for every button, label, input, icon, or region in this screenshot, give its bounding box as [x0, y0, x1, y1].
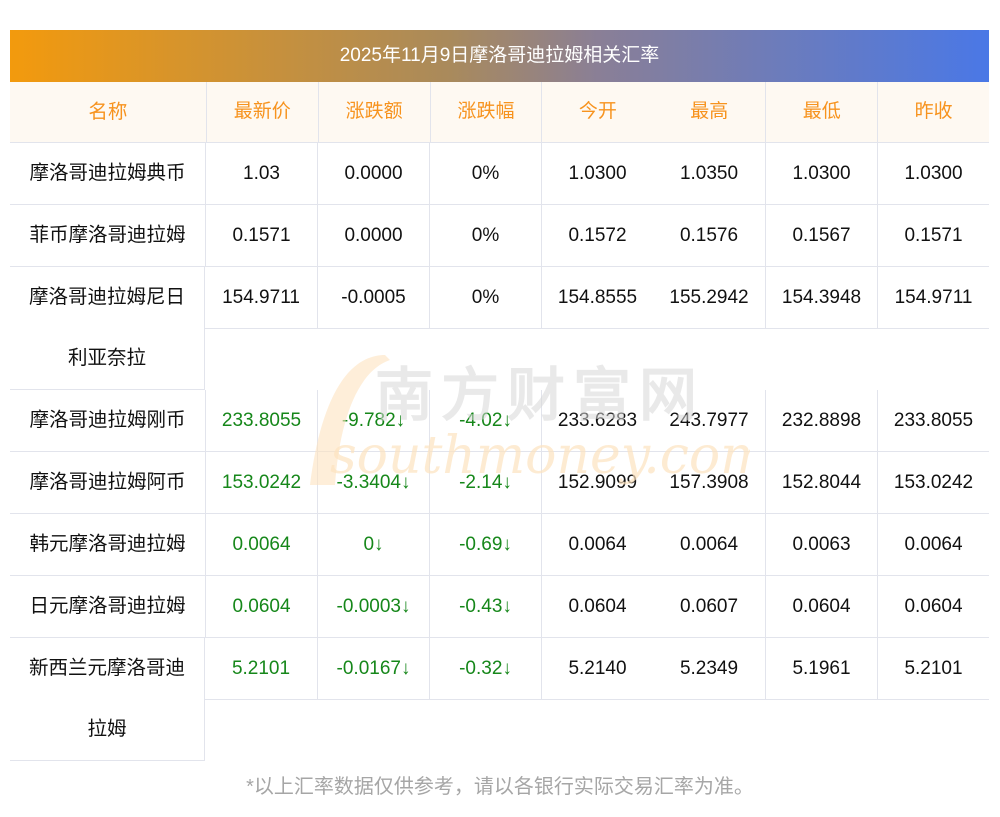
currency-pair-name: 韩元摩洛哥迪拉姆 [29, 533, 186, 555]
cell-latest: 0.1571 [205, 205, 317, 266]
cell-low: 0.0063 [765, 514, 877, 575]
cell-prev: 5.2101 [877, 638, 989, 699]
cell-open: 0.0064 [541, 514, 653, 575]
cell-latest: 0.0064 [205, 514, 317, 575]
cell-open: 1.0300 [541, 143, 653, 204]
currency-pair-name: 新西兰元摩洛哥迪拉姆 [10, 638, 205, 761]
header-change: 涨跌额 [317, 82, 430, 142]
header-pct: 涨跌幅 [429, 82, 542, 142]
cell-change: 0.0000 [317, 205, 429, 266]
cell-low: 154.3948 [765, 267, 877, 328]
header-name: 名称 [88, 101, 128, 123]
cell-pct: -0.43↓ [429, 576, 541, 637]
currency-pair-name: 摩洛哥迪拉姆典币 [29, 162, 186, 184]
cell-change: -0.0003↓ [317, 576, 429, 637]
page-title: 2025年11月9日摩洛哥迪拉姆相关汇率 [10, 30, 989, 82]
cell-change: -0.0167↓ [317, 638, 429, 699]
cell-prev: 153.0242 [877, 452, 989, 513]
header-latest: 最新价 [205, 82, 318, 142]
cell-prev: 0.0604 [877, 576, 989, 637]
cell-pct: 0% [429, 205, 541, 266]
cell-change: -3.3404↓ [317, 452, 429, 513]
cell-pct: -0.32↓ [429, 638, 541, 699]
cell-high: 157.3908 [669, 472, 749, 493]
cell-high: 1.0350 [679, 163, 739, 184]
table-row: 摩洛哥迪拉姆阿币 153.0242 -3.3404↓ -2.14↓ 152.9099 15… [10, 452, 989, 514]
cell-prev: 0.0064 [877, 514, 989, 575]
cell-prev: 0.1571 [877, 205, 989, 266]
exchange-rate-table: 名称 最新价 涨跌额 涨跌幅 今开 最高 最低 昨收 摩洛哥迪拉姆典币 1.03 0… [10, 82, 989, 761]
cell-high: 243.7977 [669, 410, 749, 431]
cell-high: 5.2349 [679, 658, 739, 679]
header-high: 最高 [690, 101, 729, 122]
cell-pct: -4.02↓ [429, 390, 541, 451]
cell-open: 233.6283 [541, 390, 653, 451]
cell-latest: 0.0604 [205, 576, 317, 637]
table-header-row: 名称 最新价 涨跌额 涨跌幅 今开 最高 最低 昨收 [10, 82, 989, 143]
table-row: 新西兰元摩洛哥迪拉姆 5.2101 -0.0167↓ -0.32↓ 5.2140 5.23… [10, 638, 989, 761]
cell-pct: -2.14↓ [429, 452, 541, 513]
cell-change: 0.0000 [317, 143, 429, 204]
cell-open: 152.9099 [541, 452, 653, 513]
currency-pair-name: 菲币摩洛哥迪拉姆 [29, 224, 186, 246]
table-row: 摩洛哥迪拉姆典币 1.03 0.0000 0% 1.0300 1.0350 1.0300 1.… [10, 143, 989, 205]
cell-low: 1.0300 [765, 143, 877, 204]
cell-open: 5.2140 [541, 638, 653, 699]
table-row: 菲币摩洛哥迪拉姆 0.1571 0.0000 0% 0.1572 0.1576 0.1567… [10, 205, 989, 267]
cell-prev: 233.8055 [877, 390, 989, 451]
cell-high: 0.0064 [679, 534, 739, 555]
cell-low: 0.0604 [765, 576, 877, 637]
cell-low: 0.1567 [765, 205, 877, 266]
cell-pct: 0% [429, 267, 541, 328]
cell-latest: 153.0242 [205, 452, 317, 513]
table-row: 日元摩洛哥迪拉姆 0.0604 -0.0003↓ -0.43↓ 0.0604 0.0607… [10, 576, 989, 638]
cell-change: -9.782↓ [317, 390, 429, 451]
cell-pct: -0.69↓ [429, 514, 541, 575]
disclaimer-note: *以上汇率数据仅供参考，请以各银行实际交易汇率为准。 [246, 776, 754, 798]
cell-latest: 1.03 [205, 143, 317, 204]
currency-pair-name: 日元摩洛哥迪拉姆 [29, 595, 186, 617]
cell-low: 152.8044 [765, 452, 877, 513]
cell-high: 0.0607 [679, 596, 739, 617]
cell-high: 155.2942 [669, 287, 749, 308]
cell-change: -0.0005 [317, 267, 429, 328]
cell-open: 0.1572 [541, 205, 653, 266]
header-open: 今开 [541, 82, 653, 142]
cell-latest: 233.8055 [205, 390, 317, 451]
cell-prev: 1.0300 [877, 143, 989, 204]
cell-latest: 154.9711 [222, 287, 300, 308]
cell-open: 0.0604 [541, 576, 653, 637]
currency-pair-name: 摩洛哥迪拉姆尼日利亚奈拉 [10, 267, 205, 390]
cell-change: 0↓ [317, 514, 429, 575]
cell-high: 0.1576 [679, 225, 739, 246]
cell-low: 232.8898 [765, 390, 877, 451]
header-prev: 昨收 [877, 82, 989, 142]
cell-latest: 5.2101 [231, 658, 291, 679]
table-row: 摩洛哥迪拉姆尼日利亚奈拉 154.9711 -0.0005 0% 154.8555 155… [10, 267, 989, 390]
table-row: 摩洛哥迪拉姆刚币 233.8055 -9.782↓ -4.02↓ 233.6283 243… [10, 390, 989, 452]
cell-open: 154.8555 [541, 267, 653, 328]
table-row: 韩元摩洛哥迪拉姆 0.0064 0↓ -0.69↓ 0.0064 0.0064 0.0063… [10, 514, 989, 576]
header-low: 最低 [765, 82, 877, 142]
currency-pair-name: 摩洛哥迪拉姆刚币 [29, 409, 186, 431]
cell-prev: 154.9711 [877, 267, 989, 328]
cell-pct: 0% [429, 143, 541, 204]
currency-pair-name: 摩洛哥迪拉姆阿币 [29, 471, 186, 493]
cell-low: 5.1961 [765, 638, 877, 699]
